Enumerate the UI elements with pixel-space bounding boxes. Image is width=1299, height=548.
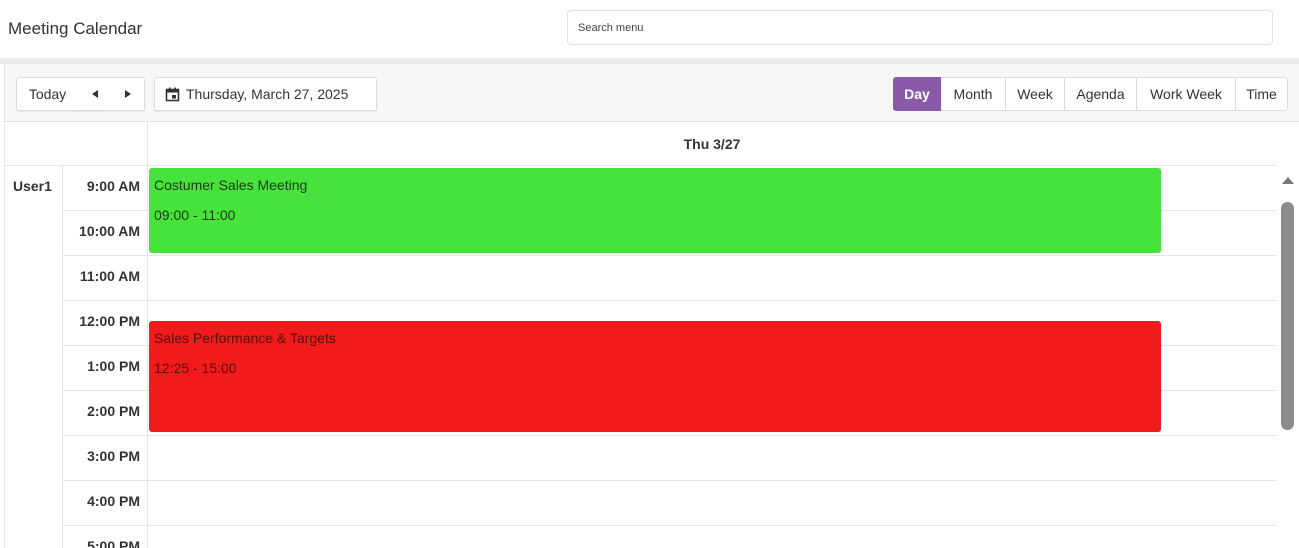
event-sales-performance-targets[interactable]: Sales Performance & Targets 12:25 - 15:0… xyxy=(149,321,1161,432)
event-time: 09:00 - 11:00 xyxy=(154,207,236,223)
time-label: 1:00 PM xyxy=(63,346,147,391)
vertical-scrollbar[interactable] xyxy=(1276,166,1299,548)
date-label: Thursday, March 27, 2025 xyxy=(186,86,349,102)
scheduler: Today Thursday, March 27, 2025 Day Month xyxy=(4,64,1299,548)
today-button[interactable]: Today xyxy=(16,77,79,111)
time-label: 11:00 AM xyxy=(63,256,147,301)
next-button[interactable] xyxy=(111,77,145,111)
date-picker-button[interactable]: Thursday, March 27, 2025 xyxy=(154,77,377,111)
view-time-button[interactable]: Time xyxy=(1236,77,1288,111)
resource-label: User1 xyxy=(5,166,63,548)
triangle-left-icon xyxy=(91,90,98,98)
time-slot[interactable] xyxy=(148,481,1276,526)
view-week-button[interactable]: Week xyxy=(1006,77,1065,111)
time-slot[interactable] xyxy=(148,526,1276,548)
view-work-week-button[interactable]: Work Week xyxy=(1137,77,1236,111)
time-label: 5:00 PM xyxy=(63,526,147,548)
app-title: Meeting Calendar xyxy=(8,19,143,38)
day-column-header[interactable]: Thu 3/27 xyxy=(147,122,1276,166)
time-slot[interactable] xyxy=(148,256,1276,301)
view-month-button[interactable]: Month xyxy=(941,77,1006,111)
time-label: 4:00 PM xyxy=(63,481,147,526)
top-bar: Meeting Calendar xyxy=(0,0,1299,60)
calendar-icon xyxy=(165,87,180,102)
event-title: Costumer Sales Meeting xyxy=(154,177,308,193)
view-agenda-button[interactable]: Agenda xyxy=(1065,77,1137,111)
triangle-right-icon xyxy=(124,90,131,98)
scroll-up-arrow-icon[interactable] xyxy=(1282,177,1294,184)
time-label: 9:00 AM xyxy=(63,166,147,211)
calendar-grid: Thu 3/27 User1 9:00 AM 10:00 AM 11:00 AM… xyxy=(5,122,1299,548)
time-label: 10:00 AM xyxy=(63,211,147,256)
previous-button[interactable] xyxy=(78,77,112,111)
time-label: 12:00 PM xyxy=(63,301,147,346)
scheduler-toolbar: Today Thursday, March 27, 2025 Day Month xyxy=(5,64,1299,122)
time-label: 3:00 PM xyxy=(63,436,147,481)
time-label: 2:00 PM xyxy=(63,391,147,436)
time-column: 9:00 AM 10:00 AM 11:00 AM 12:00 PM 1:00 … xyxy=(63,166,147,548)
scrollbar-thumb[interactable] xyxy=(1281,202,1294,430)
event-costumer-sales-meeting[interactable]: Costumer Sales Meeting 09:00 - 11:00 xyxy=(149,168,1161,253)
view-switcher: Day Month Week Agenda Work Week Time xyxy=(893,77,1288,111)
event-title: Sales Performance & Targets xyxy=(154,330,336,346)
event-time: 12:25 - 15:00 xyxy=(154,360,237,376)
view-day-button[interactable]: Day xyxy=(893,77,941,111)
time-slot[interactable] xyxy=(148,436,1276,481)
header-corner xyxy=(5,122,147,166)
search-input[interactable] xyxy=(567,10,1273,45)
